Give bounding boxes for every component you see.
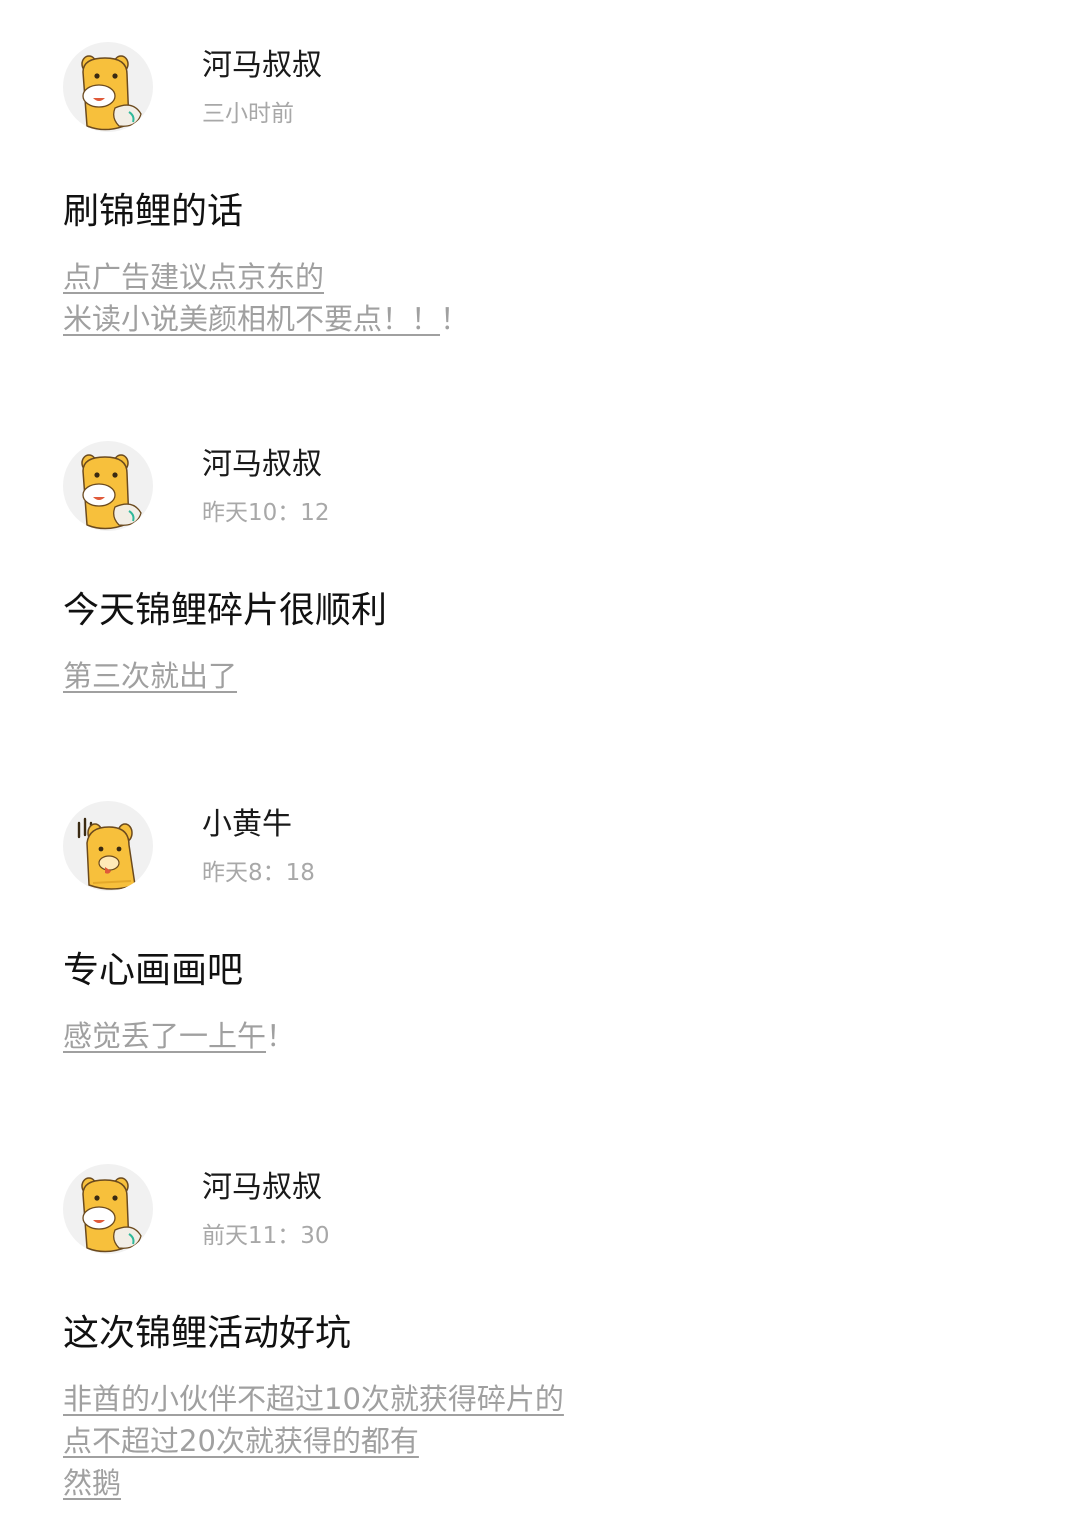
body-line-text[interactable]: 点不超过20次就获得的都有 <box>63 1424 419 1458</box>
body-line-text[interactable]: 感觉丢了一上午 <box>63 1019 266 1053</box>
body-line: 点广告建议点京东的 <box>63 256 469 298</box>
hippo-avatar-icon[interactable] <box>63 1164 153 1254</box>
post-title[interactable]: 专心画画吧 <box>63 947 243 995</box>
post-time: 昨天8：18 <box>202 860 315 886</box>
post-time: 昨天10：12 <box>202 500 330 526</box>
author-name[interactable]: 小黄牛 <box>202 805 292 845</box>
post-body[interactable]: 第三次就出了 <box>63 655 237 697</box>
post-time: 三小时前 <box>202 101 294 127</box>
post-body[interactable]: 非酋的小伙伴不超过10次就获得碎片的 点不超过20次就获得的都有 然鹅 <box>63 1378 564 1504</box>
yellow-calf-avatar-icon[interactable] <box>63 801 153 891</box>
post-time: 前天11：30 <box>202 1223 330 1249</box>
body-line: 米读小说美颜相机不要点！！！ <box>63 298 469 340</box>
author-name[interactable]: 河马叔叔 <box>202 445 322 485</box>
body-line-text[interactable]: 然鹅 <box>63 1466 121 1500</box>
body-line: 点不超过20次就获得的都有 <box>63 1420 564 1462</box>
post-body[interactable]: 感觉丢了一上午！ <box>63 1015 295 1057</box>
body-line-tail: ！ <box>266 1019 296 1053</box>
body-line: 第三次就出了 <box>63 655 237 697</box>
post-title[interactable]: 刷锦鲤的话 <box>63 188 243 236</box>
body-line-text[interactable]: 米读小说美颜相机不要点！！ <box>63 302 440 336</box>
body-line-text[interactable]: 非酋的小伙伴不超过10次就获得碎片的 <box>63 1382 564 1416</box>
author-name[interactable]: 河马叔叔 <box>202 46 322 86</box>
hippo-avatar-icon[interactable] <box>63 42 153 132</box>
body-line: 感觉丢了一上午！ <box>63 1015 295 1057</box>
body-line: 非酋的小伙伴不超过10次就获得碎片的 <box>63 1378 564 1420</box>
body-line-text[interactable]: 点广告建议点京东的 <box>63 260 324 294</box>
post-title[interactable]: 今天锦鲤碎片很顺利 <box>63 587 387 635</box>
body-line-tail: ！ <box>440 302 470 336</box>
body-line-text[interactable]: 第三次就出了 <box>63 659 237 693</box>
author-name[interactable]: 河马叔叔 <box>202 1168 322 1208</box>
body-line: 然鹅 <box>63 1462 564 1504</box>
hippo-avatar-icon[interactable] <box>63 441 153 531</box>
post-body[interactable]: 点广告建议点京东的 米读小说美颜相机不要点！！！ <box>63 256 469 340</box>
post-title[interactable]: 这次锦鲤活动好坑 <box>63 1310 351 1358</box>
